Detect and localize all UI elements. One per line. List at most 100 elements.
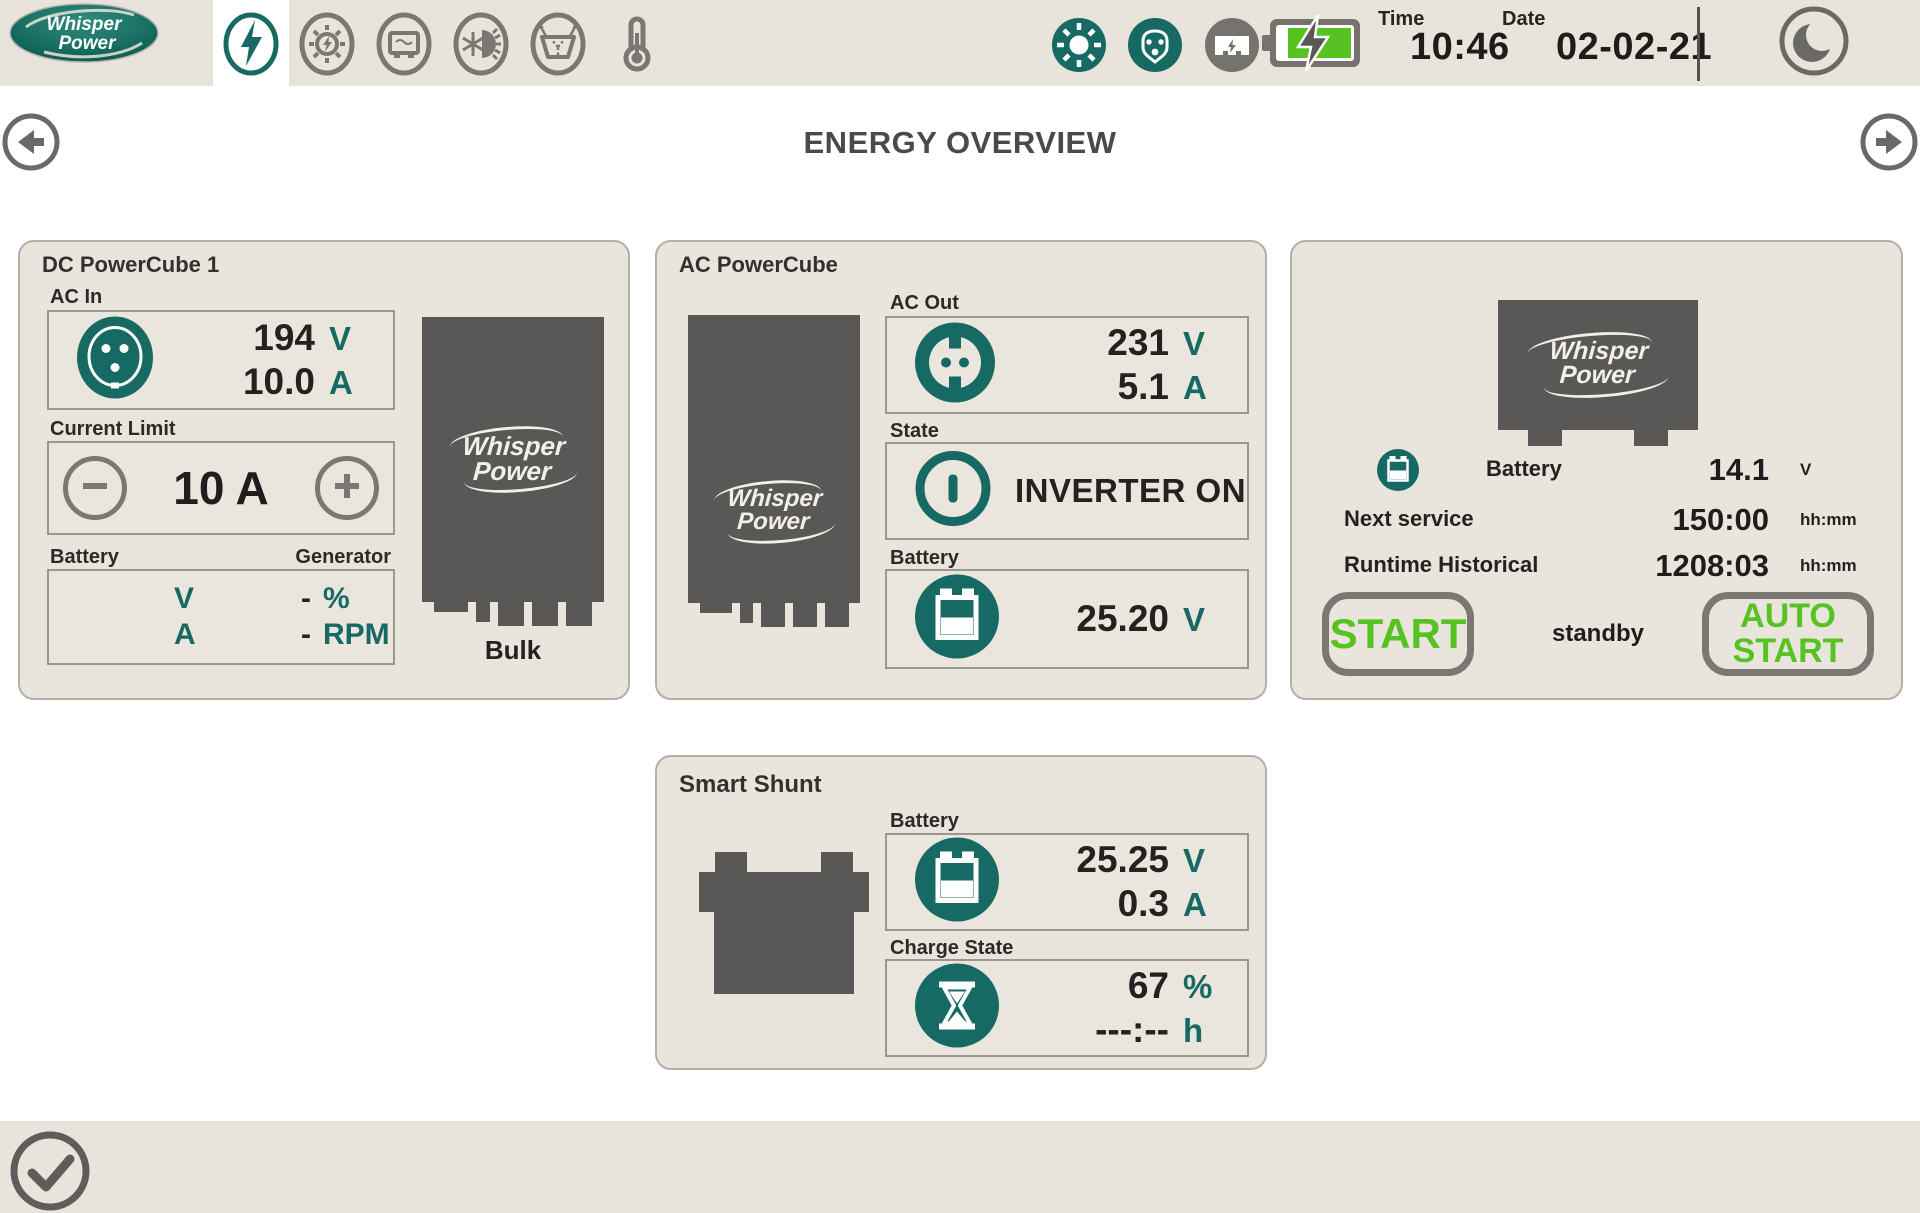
energy-overview-screen: Whisper Power <box>0 0 1920 1213</box>
battery-icon <box>1376 448 1420 497</box>
battery-box: 25.20 V <box>885 569 1249 669</box>
thermometer-icon <box>605 66 669 83</box>
generator-load-unit: % <box>311 581 383 617</box>
ac-in-current: 10.0 <box>243 360 315 404</box>
runtime-historical-label: Runtime Historical <box>1344 552 1538 578</box>
generator-device-image: Whisper Power <box>1498 300 1698 446</box>
generator-rpm: - <box>208 617 311 653</box>
battery-label: Battery <box>890 547 959 570</box>
time-value: 10:46 <box>1410 26 1510 69</box>
shunt-battery-current-unit: A <box>1183 886 1233 925</box>
ac-out-box: 231 V 5.1 A <box>885 316 1249 414</box>
inverter-state-value: INVERTER ON <box>1015 444 1246 538</box>
check-icon <box>8 1200 92 1213</box>
next-service-value: 150:00 <box>1589 502 1769 538</box>
ac-out-label: AC Out <box>890 292 959 315</box>
generator-rpm-unit: RPM <box>311 617 383 653</box>
plus-icon <box>327 466 367 511</box>
charge-state-label: Charge State <box>890 937 1013 960</box>
shunt-battery-current: 0.3 <box>1118 882 1169 926</box>
auto-start-button[interactable]: AUTO START <box>1702 592 1874 676</box>
windshield-icon <box>526 66 590 83</box>
shore-power-status-icon <box>1127 17 1183 78</box>
generator-battery-label: Battery <box>1486 456 1562 482</box>
ac-powercube-title: AC PowerCube <box>679 252 838 278</box>
logo-text-line1: Whisper <box>47 14 124 35</box>
nav-tab-windshield[interactable] <box>526 9 590 79</box>
battery-voltage: 25.20 <box>1076 597 1169 641</box>
start-button[interactable]: START <box>1322 592 1474 676</box>
generator-battery-unit: V <box>1800 460 1811 480</box>
ac-out-current-unit: A <box>1183 369 1233 408</box>
battery-label: Battery <box>890 810 959 833</box>
ac-in-box: 194 V 10.0 A <box>47 310 395 410</box>
generator-battery-value: 14.1 <box>1589 452 1769 488</box>
next-service-unit: hh:mm <box>1800 510 1857 530</box>
dc-powercube-title: DC PowerCube 1 <box>42 252 219 278</box>
moon-icon <box>1777 65 1851 82</box>
topbar-separator <box>1697 7 1700 81</box>
runtime-historical-value: 1208:03 <box>1589 548 1769 584</box>
nav-tab-powercube[interactable] <box>372 9 436 79</box>
charger-status-icon <box>1204 17 1260 78</box>
battery-image <box>699 852 869 994</box>
ac-out-current: 5.1 <box>1118 365 1169 409</box>
solar-status-icon <box>1051 17 1107 78</box>
current-limit-increase-button[interactable] <box>315 456 379 520</box>
current-limit-box: 10 A <box>47 441 395 535</box>
top-bar: Whisper Power <box>0 0 1920 86</box>
ac-in-voltage-unit: V <box>329 320 379 359</box>
charge-percent-unit: % <box>1183 968 1233 1007</box>
logo-text-line2: Power <box>58 33 117 54</box>
generator-panel: Whisper Power Battery 14.1 V Next servic… <box>1290 240 1903 700</box>
current-limit-label: Current Limit <box>50 418 176 441</box>
dc-powercube-panel: DC PowerCube 1 AC In 194 V 10.0 A Current … <box>18 240 630 700</box>
date-value: 02-02-21 <box>1556 26 1712 69</box>
charge-state-label: Bulk <box>422 635 604 666</box>
charge-state-box: 67% ---:-- h <box>885 959 1249 1057</box>
state-label: State <box>890 420 939 443</box>
battery-charging-status-icon <box>1262 15 1362 76</box>
shunt-battery-voltage-unit: V <box>1183 842 1233 881</box>
smart-shunt-title: Smart Shunt <box>679 771 822 799</box>
ac-out-voltage: 231 <box>1107 321 1169 365</box>
dc-powercube-device-image: Whisper Power <box>422 317 604 626</box>
ac-in-label: AC In <box>50 286 102 309</box>
page-title: ENERGY OVERVIEW <box>0 125 1920 161</box>
solar-icon <box>295 66 359 83</box>
nav-tab-solar[interactable] <box>295 9 359 79</box>
ac-in-current-unit: A <box>329 364 379 403</box>
shunt-battery-box: 25.25 V 0.3 A <box>885 833 1249 931</box>
battery-voltage-unit: V <box>162 581 208 617</box>
generator-label: Generator <box>47 546 391 569</box>
confirm-button[interactable] <box>8 1129 92 1213</box>
generator-load: - <box>208 581 311 617</box>
bottom-bar <box>0 1121 1920 1213</box>
next-service-label: Next service <box>1344 506 1474 532</box>
nav-tab-temperature[interactable] <box>605 9 669 79</box>
battery-voltage-unit: V <box>1183 601 1233 640</box>
whisperpower-logo: Whisper Power <box>8 2 160 64</box>
ac-powercube-panel: AC PowerCube Whisper Power AC Out <box>655 240 1267 700</box>
climate-icon <box>449 66 513 83</box>
lightning-icon <box>219 66 283 83</box>
battery-generator-box: V - % A - RPM <box>47 569 395 665</box>
nav-tab-energy[interactable] <box>219 9 283 79</box>
smart-shunt-panel: Smart Shunt Battery 25.25 V 0.3 A Charge S… <box>655 755 1267 1070</box>
power-state-icon <box>913 449 993 534</box>
nav-tab-climate[interactable] <box>449 9 513 79</box>
whisperpower-logo-icon: Whisper Power <box>8 2 160 64</box>
shunt-battery-voltage: 25.25 <box>1076 838 1169 882</box>
charge-time: ---:-- <box>1095 1008 1169 1052</box>
next-page-button[interactable] <box>1860 113 1918 171</box>
powercube-icon <box>372 66 436 83</box>
charge-percent: 67 <box>1128 964 1169 1008</box>
state-box: INVERTER ON <box>885 442 1249 540</box>
charge-time-unit: h <box>1183 1012 1233 1051</box>
date-label: Date <box>1502 8 1545 31</box>
ac-out-voltage-unit: V <box>1183 325 1233 364</box>
night-mode-button[interactable] <box>1777 4 1851 78</box>
ac-in-voltage: 194 <box>253 316 315 360</box>
runtime-historical-unit: hh:mm <box>1800 556 1857 576</box>
arrow-right-icon <box>1860 158 1918 175</box>
